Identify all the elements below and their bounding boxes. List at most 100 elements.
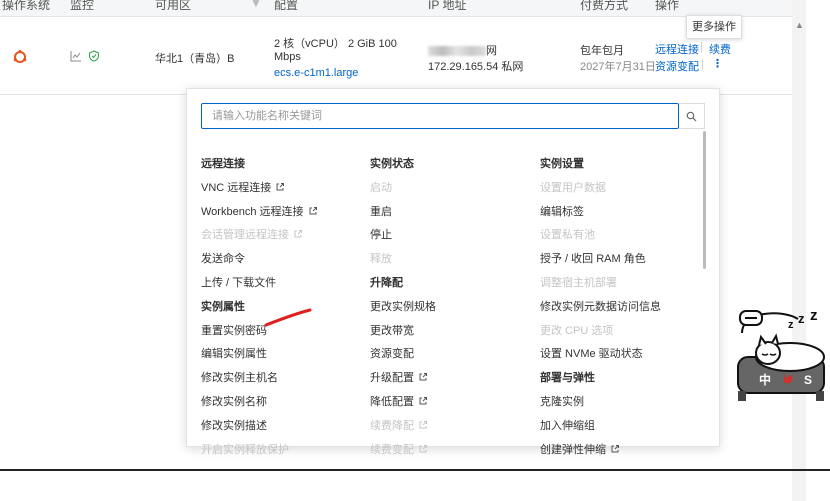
search-button[interactable] (679, 103, 705, 129)
header-ip: IP 地址 (428, 0, 467, 12)
menu-item[interactable]: Workbench 远程连接 (201, 201, 318, 225)
divider: | (701, 58, 704, 70)
menu-item-label: 更改 CPU 选项 (540, 324, 614, 337)
menu-item[interactable]: 重启 (370, 201, 436, 225)
menu-scrollbar[interactable] (703, 131, 706, 269)
divider: | (700, 41, 703, 53)
menu-item: 调整宿主机部署 (540, 272, 661, 296)
public-ip-blurred: 网 (428, 42, 497, 58)
menu-item: 设置用户数据 (540, 177, 661, 201)
menu-item-label: 部署与弹性 (540, 372, 595, 385)
menu-item: 释放 (370, 248, 436, 272)
menu-item-label: 实例属性 (201, 300, 245, 313)
menu-item[interactable]: 更改带宽 (370, 320, 436, 344)
external-link-icon (419, 373, 427, 381)
menu-item-label: 续费降配 (370, 419, 414, 432)
menu-item[interactable]: 资源变配 (370, 343, 436, 367)
svg-text:z: z (810, 307, 818, 324)
menu-item[interactable]: 编辑标签 (540, 201, 661, 225)
menu-item[interactable]: VNC 远程连接 (201, 177, 318, 201)
menu-item-label: 编辑实例属性 (201, 348, 267, 361)
search-box[interactable] (201, 103, 679, 129)
menu-item[interactable]: 编辑实例属性 (201, 343, 318, 367)
billing-type: 包年包月 (580, 45, 624, 57)
header-monitor: 监控 (70, 0, 95, 12)
menu-item[interactable]: 更改实例规格 (370, 296, 436, 320)
menu-item: 启动 (370, 177, 436, 201)
menu-section-title: 远程连接 (201, 153, 318, 177)
menu-item-label: 加入伸缩组 (540, 419, 595, 432)
menu-column-3: 实例设置设置用户数据 编辑标签设置私有池授予 / 收回 RAM 角色调整宿主机部署… (540, 153, 661, 462)
menu-section-title: 实例设置 (540, 153, 661, 177)
search-input[interactable] (202, 104, 678, 128)
menu-item-label: 编辑标签 (540, 205, 584, 218)
menu-item[interactable]: 发送命令 (201, 248, 318, 272)
filter-icon[interactable]: ▼ (250, 0, 262, 9)
menu-item-label: 升级配置 (370, 372, 414, 385)
menu-item-label: Workbench 远程连接 (201, 205, 304, 218)
expire-date: 2027年7月31日 (580, 61, 656, 73)
menu-item-label: 更改实例规格 (370, 300, 436, 313)
remote-connect-link[interactable]: 远程连接 (655, 41, 699, 57)
menu-item-label: 授予 / 收回 RAM 角色 (540, 253, 646, 266)
menu-section-title: 升降配 (370, 272, 436, 296)
menu-item-label: 资源变配 (370, 348, 414, 361)
external-link-icon (309, 206, 317, 215)
page-scrollbar[interactable]: ▲ (792, 0, 806, 501)
private-ip: 172.29.165.54 私网 (428, 61, 524, 73)
menu-item-label: 释放 (370, 253, 392, 266)
menu-item[interactable]: 修改实例主机名 (201, 367, 318, 391)
menu-item: 更改 CPU 选项 (540, 320, 661, 344)
menu-item[interactable]: 创建弹性伸缩 (540, 439, 661, 463)
menu-item: 会话管理远程连接 (201, 224, 318, 248)
menu-item[interactable]: 降低配置 (370, 391, 436, 415)
more-actions-button[interactable]: ⋮ (712, 57, 723, 70)
menu-item[interactable]: 设置 NVMe 驱动状态 (540, 343, 661, 367)
search-icon (686, 111, 697, 121)
menu-item[interactable]: 升级配置 (370, 367, 436, 391)
public-ip-suffix: 网 (486, 45, 497, 57)
resize-link[interactable]: 资源变配 (655, 58, 699, 74)
svg-text:z: z (788, 319, 794, 331)
header-os: 操作系统 (2, 0, 51, 12)
menu-item-label: 续费变配 (370, 443, 414, 456)
menu-item-label: 设置用户数据 (540, 181, 606, 194)
menu-item-label: 开启实例释放保护 (201, 443, 289, 456)
menu-item-label: 创建弹性伸缩 (540, 443, 606, 456)
menu-item[interactable]: 授予 / 收回 RAM 角色 (540, 248, 661, 272)
cat-sticker: z z z 中 S (732, 303, 830, 405)
menu-item-label: 启动 (370, 181, 392, 194)
menu-item: 开启实例释放保护 (201, 439, 318, 463)
instance-type-link[interactable]: ecs.e-c1m1.large (274, 67, 358, 79)
menu-section-title: 实例状态 (370, 153, 436, 177)
menu-item[interactable]: 克隆实例 (540, 391, 661, 415)
menu-item-label: 设置私有池 (540, 229, 595, 242)
menu-item[interactable]: 修改实例名称 (201, 391, 318, 415)
menu-item[interactable]: 加入伸缩组 (540, 415, 661, 439)
zone-text: 华北1（青岛）B (155, 53, 235, 65)
menu-item-label: 更改带宽 (370, 324, 414, 337)
menu-item[interactable]: 修改实例元数据访问信息 (540, 296, 661, 320)
config-cpu-mem: 2 核（vCPU） 2 GiB 100 (274, 38, 397, 50)
shield-check-icon[interactable] (88, 50, 100, 65)
menu-item: 续费降配 (370, 415, 436, 439)
renew-link[interactable]: 续费 (709, 41, 731, 57)
config-bandwidth: Mbps (274, 51, 301, 63)
external-link-icon (419, 396, 427, 405)
header-actions: 操作 (655, 0, 680, 12)
external-link-icon (276, 182, 285, 191)
menu-item[interactable]: 上传 / 下载文件 (201, 272, 318, 296)
menu-item-label: 停止 (370, 229, 392, 242)
scroll-up-icon[interactable]: ▲ (795, 20, 804, 30)
menu-item-label: 实例设置 (540, 158, 584, 170)
ubuntu-icon (12, 49, 28, 68)
external-link-icon (611, 444, 619, 453)
menu-item-label: 发送命令 (201, 253, 245, 266)
menu-item[interactable]: 停止 (370, 224, 436, 248)
svg-text:z: z (798, 311, 805, 326)
chart-icon[interactable] (70, 50, 82, 65)
menu-section-title: 部署与弹性 (540, 367, 661, 391)
menu-item-label: 实例状态 (370, 158, 414, 170)
header-config: 配置 (274, 0, 299, 12)
menu-item[interactable]: 修改实例描述 (201, 415, 318, 439)
